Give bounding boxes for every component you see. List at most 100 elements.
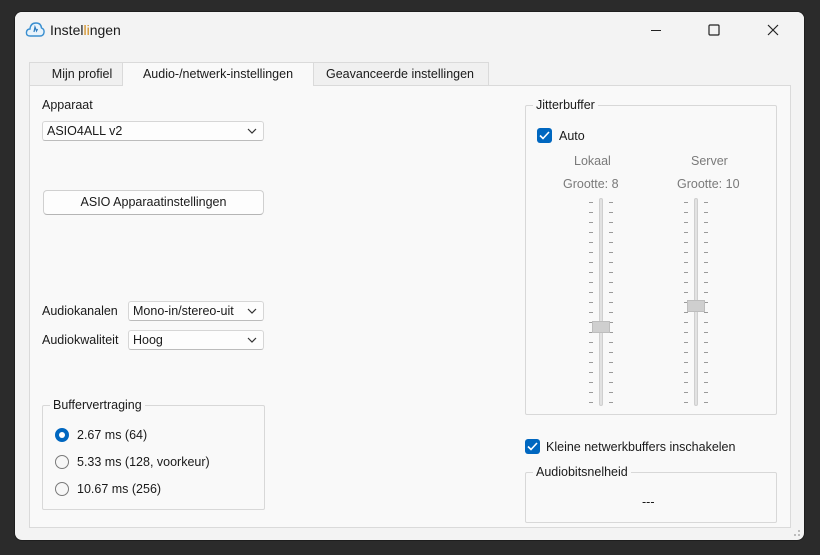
slider-tick — [609, 252, 613, 253]
slider-tick — [589, 252, 593, 253]
slider-tick — [609, 282, 613, 283]
slider-tick — [609, 302, 613, 303]
slider-tick — [684, 332, 688, 333]
slider-tick — [589, 212, 593, 213]
slider-tick — [684, 362, 688, 363]
auto-checkbox[interactable] — [537, 128, 552, 143]
slider-tick — [589, 382, 593, 383]
radio-buffer-64-label[interactable]: 2.67 ms (64) — [77, 428, 147, 442]
tab-my-profile[interactable]: Mijn profiel — [29, 62, 135, 85]
slider-tick — [609, 262, 613, 263]
checkmark-icon — [527, 442, 538, 451]
slider-tick — [684, 212, 688, 213]
slider-tick — [684, 322, 688, 323]
slider-tick — [684, 402, 688, 403]
small-buffers-label[interactable]: Kleine netwerkbuffers inschakelen — [546, 440, 735, 454]
slider-tick — [684, 242, 688, 243]
chevron-down-icon — [247, 308, 257, 314]
slider-tick — [609, 382, 613, 383]
chevron-down-icon — [247, 128, 257, 134]
slider-tick — [589, 362, 593, 363]
small-buffers-checkbox[interactable] — [525, 439, 540, 454]
slider-tick — [589, 242, 593, 243]
local-slider-handle[interactable] — [592, 321, 610, 333]
radio-buffer-128-label[interactable]: 5.33 ms (128, voorkeur) — [77, 455, 210, 469]
slider-tick — [589, 272, 593, 273]
slider-tick — [609, 312, 613, 313]
slider-tick — [589, 302, 593, 303]
slider-tick — [609, 362, 613, 363]
slider-tick — [704, 212, 708, 213]
title-bar[interactable]: Instellingen — [15, 12, 804, 48]
slider-tick — [704, 392, 708, 393]
slider-tick — [684, 232, 688, 233]
radio-buffer-64[interactable] — [55, 428, 69, 442]
slider-tick — [704, 372, 708, 373]
device-label: Apparaat — [42, 98, 93, 112]
slider-tick — [589, 392, 593, 393]
slider-tick — [589, 342, 593, 343]
slider-tick — [704, 242, 708, 243]
minimize-button[interactable] — [627, 12, 685, 48]
channels-select[interactable]: Mono-in/stereo-uit — [128, 301, 264, 321]
local-slider[interactable] — [586, 198, 616, 408]
slider-tick — [589, 222, 593, 223]
device-select[interactable]: ASIO4ALL v2 — [42, 121, 264, 141]
tab-advanced[interactable]: Geavanceerde instellingen — [311, 62, 489, 85]
maximize-button[interactable] — [685, 12, 743, 48]
slider-tick — [684, 292, 688, 293]
server-label: Server — [691, 154, 728, 168]
quality-value: Hoog — [133, 333, 163, 347]
audio-bitrate-value: --- — [642, 495, 655, 509]
slider-tick — [609, 372, 613, 373]
buffer-delay-title: Buffervertraging — [50, 398, 145, 412]
slider-tick — [589, 352, 593, 353]
slider-tick — [609, 392, 613, 393]
slider-tick — [684, 342, 688, 343]
server-slider[interactable] — [681, 198, 711, 408]
resize-grip-icon[interactable] — [791, 527, 801, 537]
slider-tick — [589, 202, 593, 203]
tab-audio-network[interactable]: Audio-/netwerk-instellingen — [122, 62, 314, 86]
slider-tick — [704, 232, 708, 233]
slider-tick — [684, 262, 688, 263]
local-slider-track — [599, 198, 603, 406]
window-title: Instellingen — [50, 22, 121, 38]
slider-tick — [609, 242, 613, 243]
radio-buffer-256[interactable] — [55, 482, 69, 496]
app-cloud-icon — [25, 22, 45, 37]
minimize-icon — [651, 30, 661, 31]
slider-tick — [684, 222, 688, 223]
settings-window: Instellingen Mijn profiel Audio-/netwerk… — [15, 12, 804, 540]
slider-tick — [589, 232, 593, 233]
slider-tick — [704, 262, 708, 263]
slider-tick — [684, 312, 688, 313]
slider-tick — [589, 262, 593, 263]
settings-panel: Apparaat ASIO4ALL v2 ASIO Apparaatinstel… — [29, 85, 791, 528]
channels-value: Mono-in/stereo-uit — [133, 304, 234, 318]
maximize-icon — [708, 24, 720, 36]
slider-tick — [704, 282, 708, 283]
asio-settings-button[interactable]: ASIO Apparaatinstellingen — [43, 190, 264, 215]
slider-tick — [684, 272, 688, 273]
quality-label: Audiokwaliteit — [42, 333, 119, 347]
server-size: Grootte: 10 — [677, 177, 740, 191]
slider-tick — [609, 402, 613, 403]
slider-tick — [684, 372, 688, 373]
device-value: ASIO4ALL v2 — [47, 124, 123, 138]
radio-buffer-256-label[interactable]: 10.67 ms (256) — [77, 482, 161, 496]
close-button[interactable] — [744, 12, 802, 48]
slider-tick — [704, 352, 708, 353]
chevron-down-icon — [247, 337, 257, 343]
slider-tick — [704, 312, 708, 313]
slider-tick — [704, 222, 708, 223]
quality-select[interactable]: Hoog — [128, 330, 264, 350]
auto-label[interactable]: Auto — [559, 129, 585, 143]
buffer-delay-group: Buffervertraging 2.67 ms (64) 5.33 ms (1… — [42, 398, 265, 510]
local-label: Lokaal — [574, 154, 611, 168]
close-icon — [767, 24, 779, 36]
slider-tick — [589, 402, 593, 403]
radio-buffer-128[interactable] — [55, 455, 69, 469]
server-slider-handle[interactable] — [687, 300, 705, 312]
slider-tick — [609, 342, 613, 343]
